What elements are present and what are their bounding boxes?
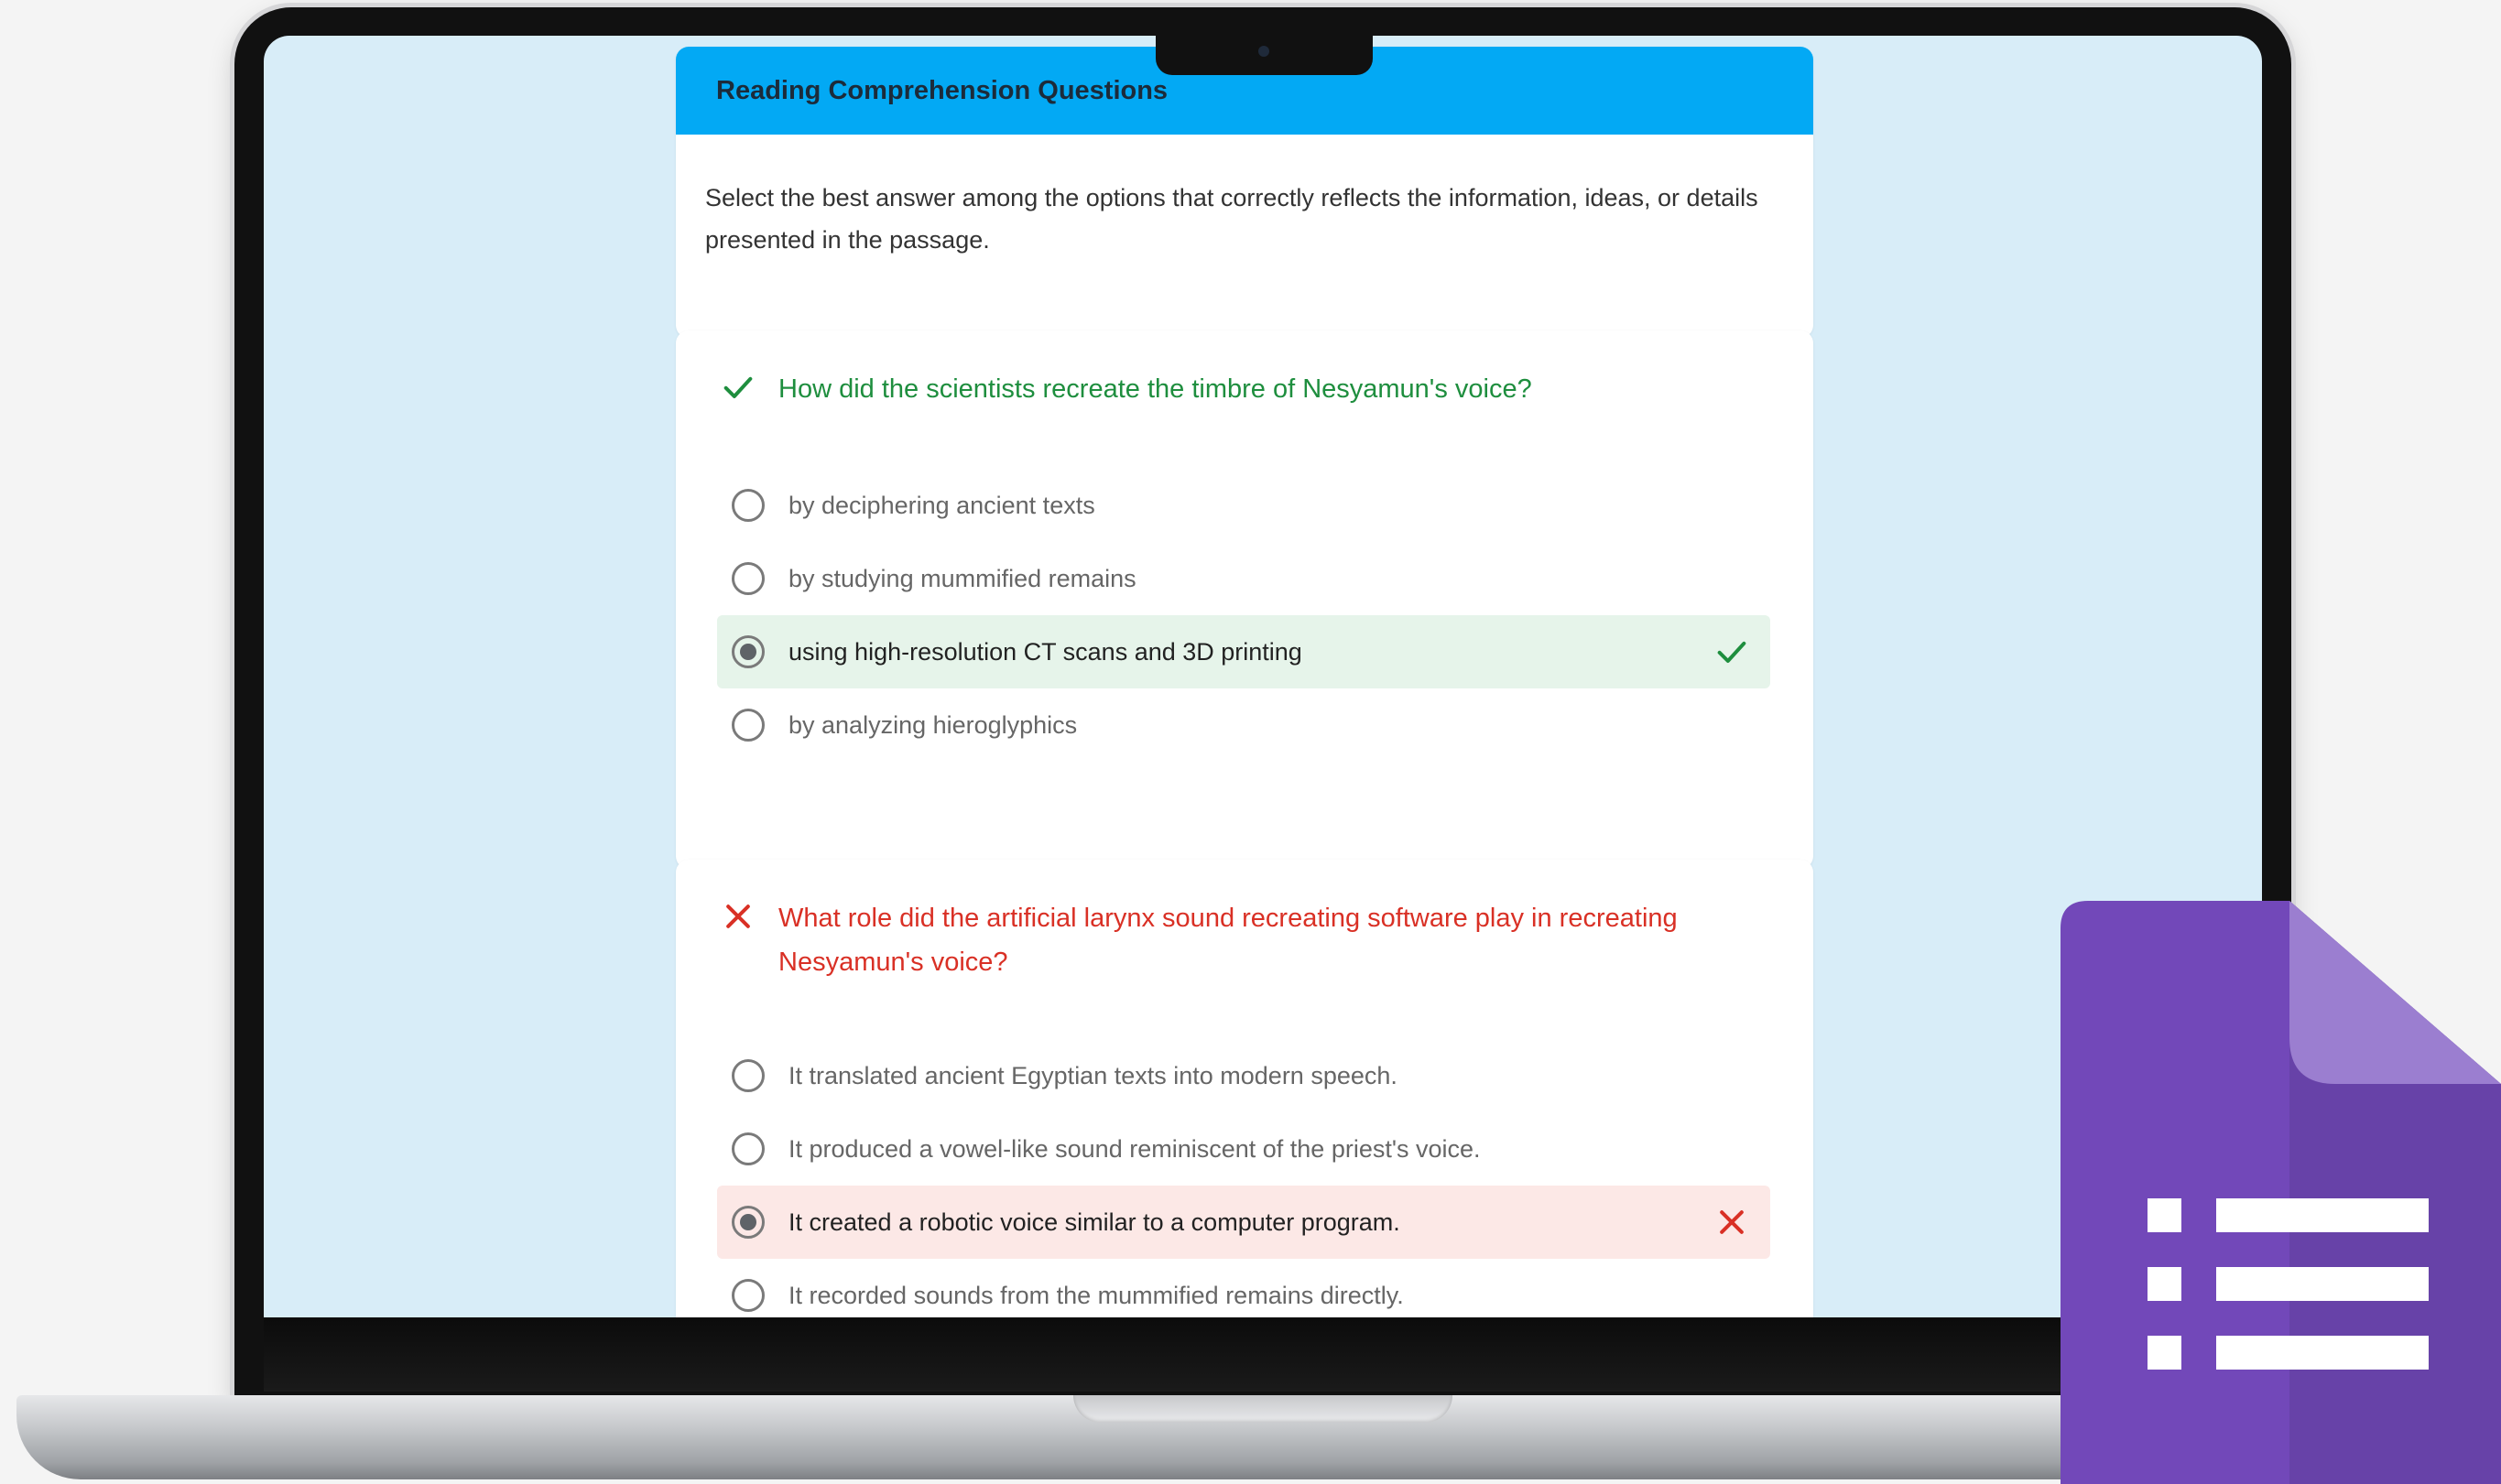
option-label: It recorded sounds from the mummified re… <box>788 1281 1404 1309</box>
question-text: How did the scientists recreate the timb… <box>778 374 1532 404</box>
radio-button[interactable] <box>732 1279 765 1312</box>
camera-icon <box>1258 46 1269 57</box>
radio-button[interactable] <box>732 562 765 595</box>
camera-notch <box>1156 27 1373 75</box>
question-card-1: How did the scientists recreate the timb… <box>676 330 1813 869</box>
question-header: What role did the artificial larynx soun… <box>720 896 1769 984</box>
laptop-hinge-notch <box>1073 1395 1452 1423</box>
option-label: by studying mummified remains <box>788 564 1136 592</box>
radio-button-selected[interactable] <box>732 1206 765 1239</box>
radio-button[interactable] <box>732 1132 765 1165</box>
close-icon <box>726 904 750 928</box>
form-header-card: Reading Comprehension Questions Select t… <box>676 47 1813 338</box>
question-text: What role did the artificial larynx soun… <box>778 904 1678 977</box>
option-radio[interactable]: It produced a vowel-like sound reminisce… <box>717 1112 1770 1186</box>
close-icon <box>1720 1210 1744 1234</box>
google-forms-logo <box>2061 901 2501 1484</box>
option-radio-selected-incorrect[interactable]: It created a robotic voice similar to a … <box>717 1186 1770 1259</box>
form-title: Reading Comprehension Questions <box>716 75 1169 105</box>
question-header: How did the scientists recreate the timb… <box>720 367 1769 411</box>
option-radio-selected-correct[interactable]: using high-resolution CT scans and 3D pr… <box>717 615 1770 688</box>
question-card-2: What role did the artificial larynx soun… <box>676 860 1813 1317</box>
option-label: using high-resolution CT scans and 3D pr… <box>788 637 1302 666</box>
option-label: It translated ancient Egyptian texts int… <box>788 1061 1397 1089</box>
form-description: Select the best answer among the options… <box>705 184 1758 254</box>
option-radio[interactable]: It translated ancient Egyptian texts int… <box>717 1039 1770 1112</box>
option-label: It created a robotic voice similar to a … <box>788 1208 1400 1236</box>
radio-button-selected[interactable] <box>732 635 765 668</box>
radio-button[interactable] <box>732 489 765 522</box>
radio-button[interactable] <box>732 1059 765 1092</box>
option-label: by deciphering ancient texts <box>788 491 1095 519</box>
radio-button[interactable] <box>732 709 765 742</box>
laptop-screen: Reading Comprehension Questions Select t… <box>264 36 2262 1317</box>
option-radio[interactable]: by analyzing hieroglyphics <box>717 688 1770 762</box>
option-radio[interactable]: by studying mummified remains <box>717 542 1770 615</box>
option-radio[interactable]: by deciphering ancient texts <box>717 469 1770 542</box>
option-radio[interactable]: It recorded sounds from the mummified re… <box>717 1259 1770 1317</box>
check-icon <box>723 376 753 398</box>
check-icon <box>1717 641 1746 663</box>
option-label: It produced a vowel-like sound reminisce… <box>788 1134 1481 1163</box>
laptop-bottom-bezel <box>264 1318 2262 1392</box>
option-label: by analyzing hieroglyphics <box>788 710 1078 739</box>
